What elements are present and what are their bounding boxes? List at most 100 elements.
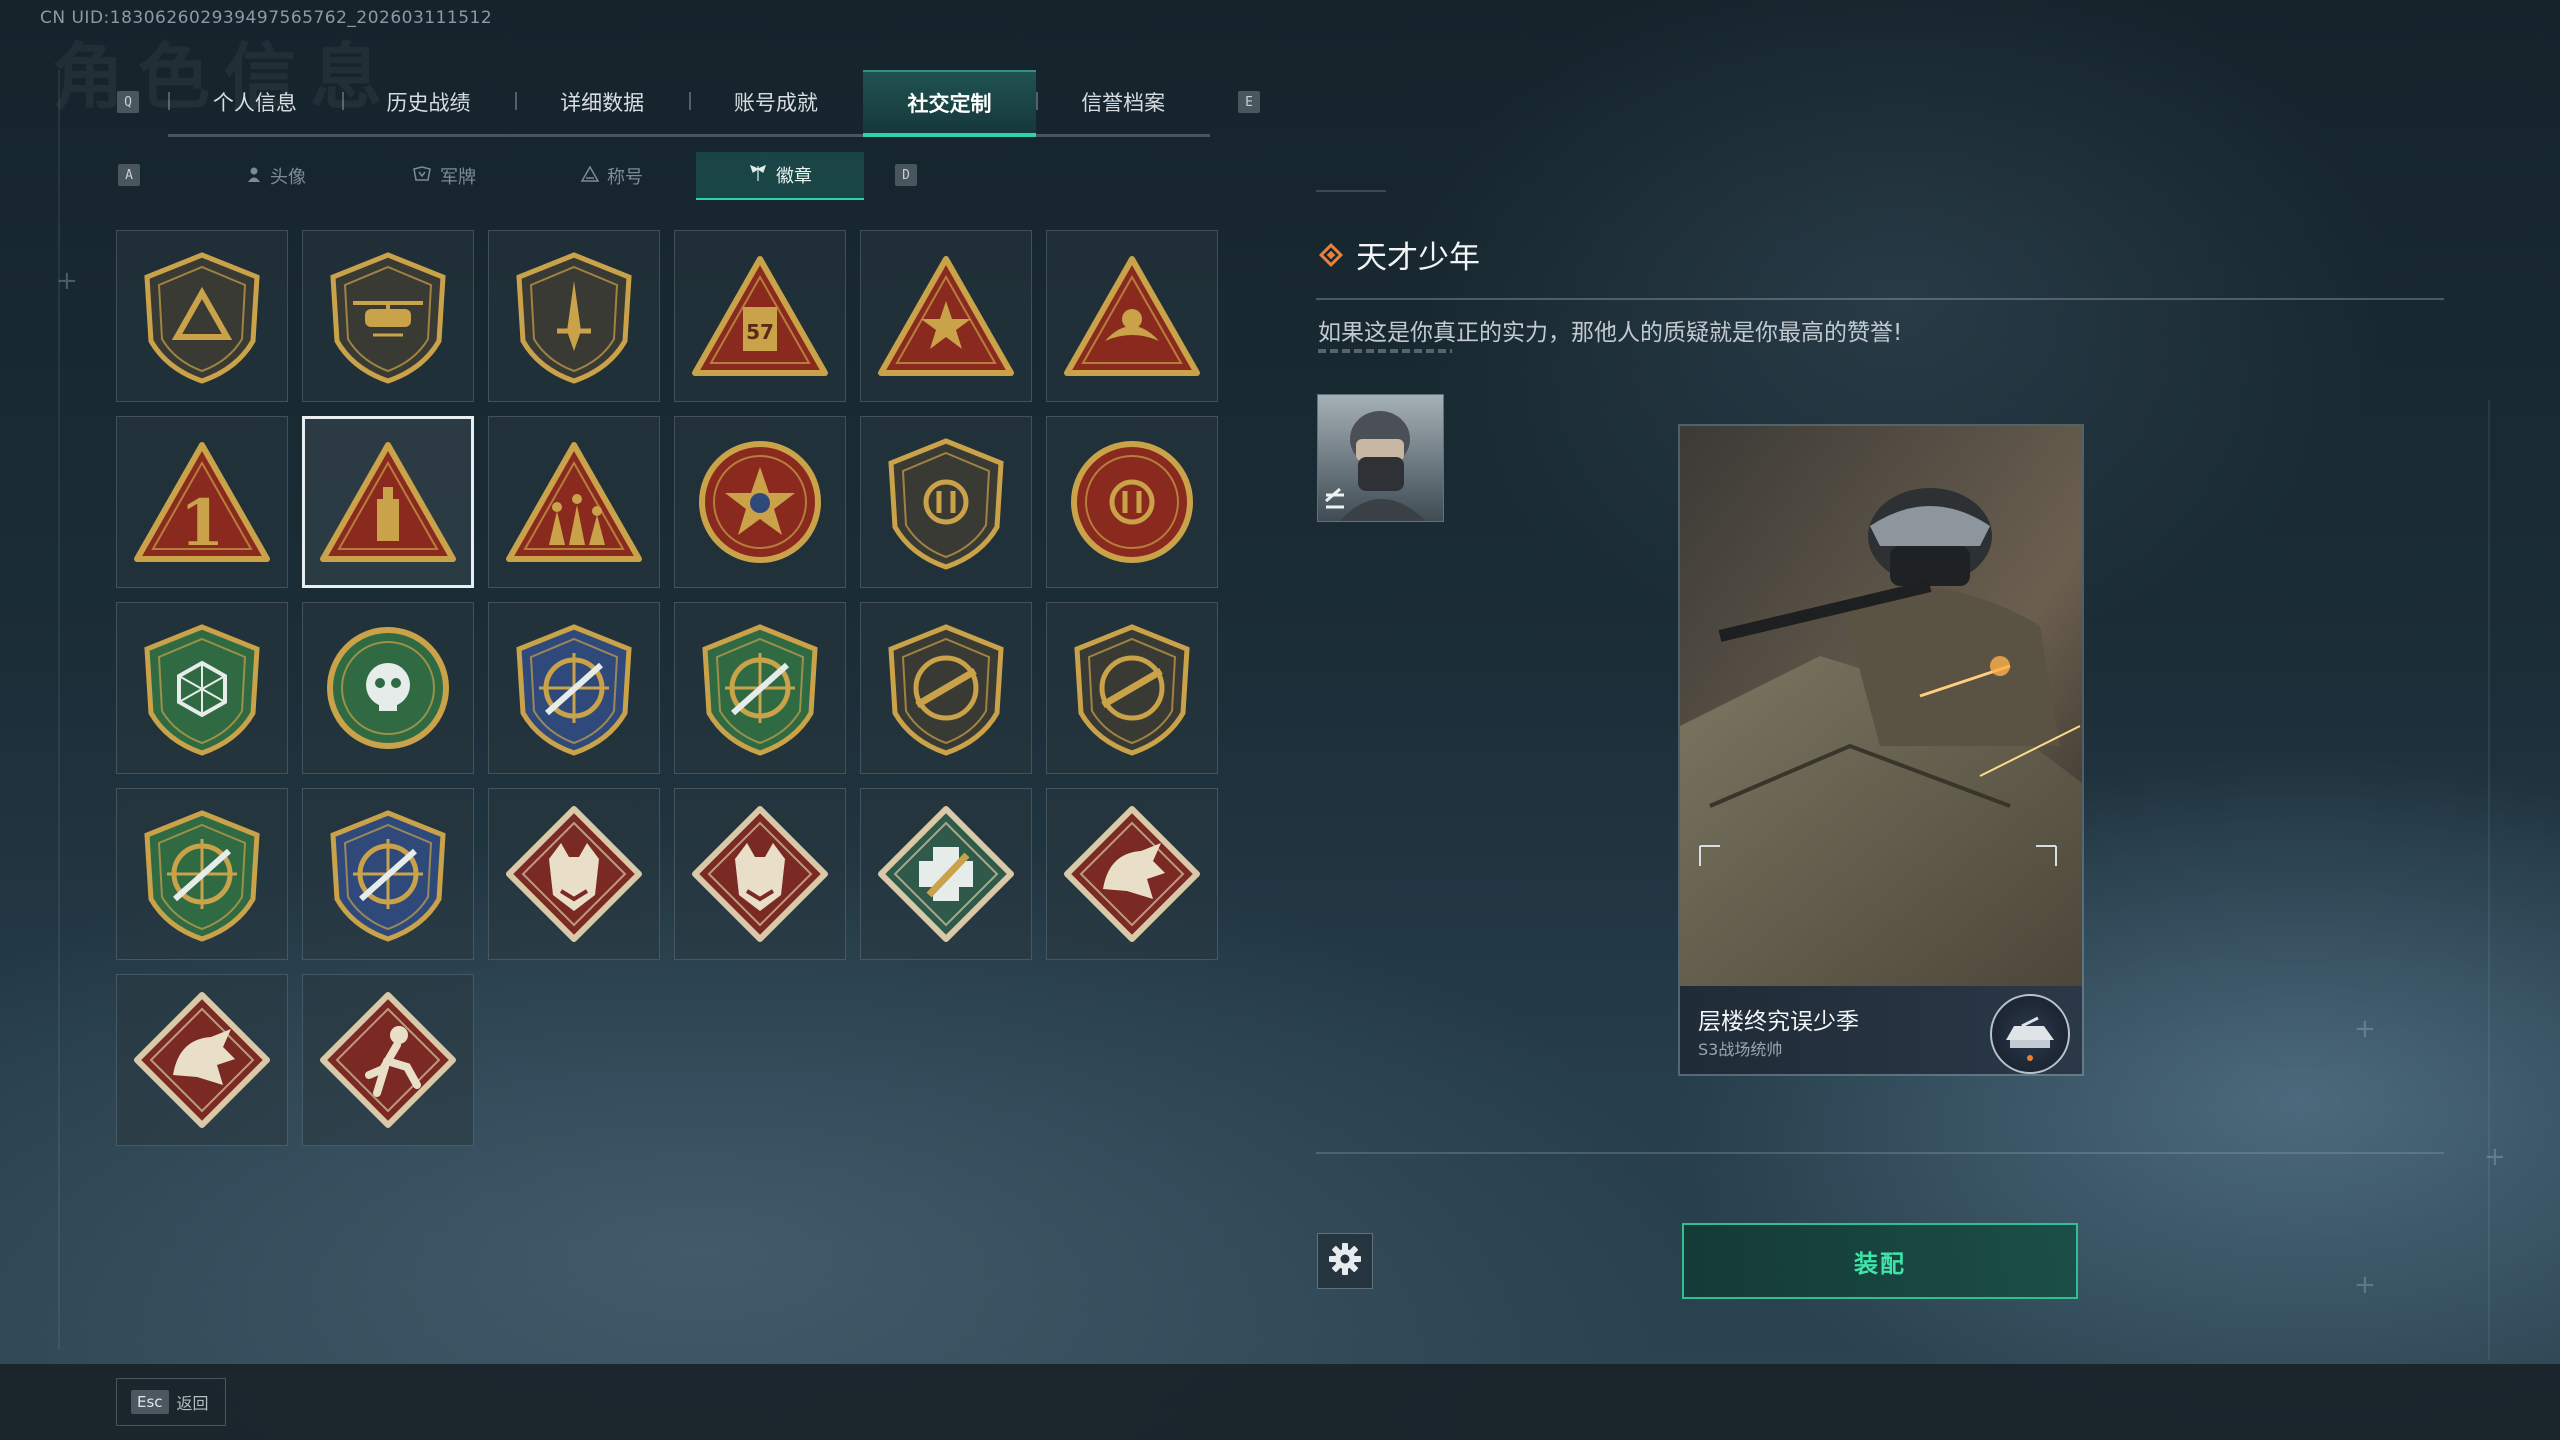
badge-slot[interactable] [860,788,1032,960]
badge-slot[interactable] [488,602,660,774]
badge-wolf-icon [506,806,642,942]
deco-plus: + [2484,1142,2506,1172]
badge-helicopter-icon [330,252,446,384]
badge-rifle-icon [888,624,1004,756]
badge-slot[interactable] [302,230,474,402]
gear-icon [1328,1242,1362,1280]
tab-next-key[interactable]: E [1238,91,1260,113]
uid-label: CN UID:183062602939497565762_20260311151… [40,8,493,28]
tab-reputation[interactable]: 信誉档案 [1036,70,1210,134]
badge-slot[interactable] [1046,230,1218,402]
deco-plus: + [2354,1014,2376,1044]
subtab-badge[interactable]: 徽章 [696,152,864,200]
settings-button[interactable] [1317,1233,1373,1289]
main-tabbar: 个人信息 历史战绩 详细数据 账号成就 社交定制 信誉档案 [168,70,1210,137]
subtab-label: 徽章 [776,166,812,187]
badge-crosshair-icon [702,624,818,756]
dogtag-icon [412,166,432,186]
badge-slot[interactable] [302,788,474,960]
badge-slot[interactable] [674,416,846,588]
badge-57-icon: 57 [692,256,828,376]
equip-button[interactable]: 装配 [1682,1223,2078,1299]
tab-prev-key[interactable]: Q [117,91,139,113]
badge-slot[interactable] [674,602,846,774]
back-button[interactable]: Esc 返回 [116,1378,226,1426]
subtab-dogtag[interactable]: 军牌 [360,152,528,200]
badge-soldiers-icon [506,442,642,562]
badge-slot[interactable]: 1 [116,416,288,588]
badge-title-row: 天才少年 [1318,232,1480,277]
badge-slot[interactable] [488,788,660,960]
tab-profile[interactable]: 个人信息 [168,70,342,134]
badge-slot[interactable] [302,974,474,1146]
sub-tabbar: 头像 军牌 称号 徽章 [192,152,864,200]
badge-dragon-icon [134,992,270,1128]
badge-description: 如果这是你真正的实力，那他人的质疑就是你最高的赞誉! [1318,320,1903,346]
subtab-next-key[interactable]: D [895,164,917,186]
tab-label: 账号成就 [733,91,818,115]
subtab-prev-key[interactable]: A [118,164,140,186]
badge-emblem-icon [1071,441,1193,563]
subtab-label: 头像 [270,167,306,188]
diamond-icon [1318,242,1344,268]
subtab-avatar[interactable]: 头像 [192,152,360,200]
badge-slot[interactable] [116,602,288,774]
avatar-thumbnail[interactable] [1317,394,1444,522]
badge-slot[interactable] [1046,602,1218,774]
divider [1316,190,1386,192]
card-footer: 层楼终究误少季 S3战场统帅 [1680,986,2082,1074]
deco-plus: + [2354,1270,2376,1300]
svg-text:57: 57 [746,320,774,344]
badge-slot[interactable] [1046,788,1218,960]
badge-slot[interactable] [488,416,660,588]
badge-slot[interactable] [1046,416,1218,588]
badge-bird-icon [1064,256,1200,376]
tab-label: 个人信息 [212,91,297,115]
badge-starburst-icon [699,441,821,563]
tab-achievements[interactable]: 账号成就 [689,70,863,134]
badge-dragon-icon [1064,806,1200,942]
deco-line [58,70,60,1350]
svg-text:1: 1 [180,486,225,561]
badge-tower-icon [320,442,456,562]
badge-triangle-icon [144,252,260,384]
badge-skull-icon [327,627,449,749]
tab-social-custom[interactable]: 社交定制 [862,70,1037,137]
badge-dagger-icon [516,252,632,384]
subtab-label: 称号 [607,167,643,188]
badge-medic-icon [878,806,1014,942]
badge-slot[interactable] [674,788,846,960]
badge-crosshair-icon [330,810,446,942]
badge-slot[interactable] [116,230,288,402]
divider [1316,1152,2444,1154]
card-subtitle: S3战场统帅 [1698,1040,1783,1059]
title-icon [580,165,600,186]
back-label: 返回 [176,1394,209,1413]
bottom-bar [0,1364,2560,1440]
badge-slot[interactable] [116,788,288,960]
badge-slot[interactable] [860,230,1032,402]
person-icon [246,166,262,186]
badge-crosshair-icon [516,624,632,756]
divider [1316,298,2444,300]
badge-slot[interactable] [860,416,1032,588]
badge-slot[interactable]: 57 [674,230,846,402]
soldier-illustration [1680,426,2082,990]
badge-slot[interactable] [488,230,660,402]
badge-slot[interactable] [860,602,1032,774]
tab-label: 信誉档案 [1081,91,1166,115]
badge-slot[interactable] [302,416,474,588]
badge-1-icon: 1 [134,442,270,562]
esc-key: Esc [131,1390,169,1414]
badge-slot[interactable] [302,602,474,774]
badge-title: 天才少年 [1356,240,1480,276]
tab-label: 历史战绩 [386,91,471,115]
subtab-title[interactable]: 称号 [528,152,696,200]
tab-history[interactable]: 历史战绩 [341,70,516,134]
badge-hexagon-icon [144,624,260,756]
tab-label: 社交定制 [907,92,992,116]
badge-slot[interactable] [116,974,288,1146]
card-name: 层楼终究误少季 [1698,1009,1859,1035]
badge-emblem-icon [888,438,1004,570]
tab-stats[interactable]: 详细数据 [515,70,689,134]
